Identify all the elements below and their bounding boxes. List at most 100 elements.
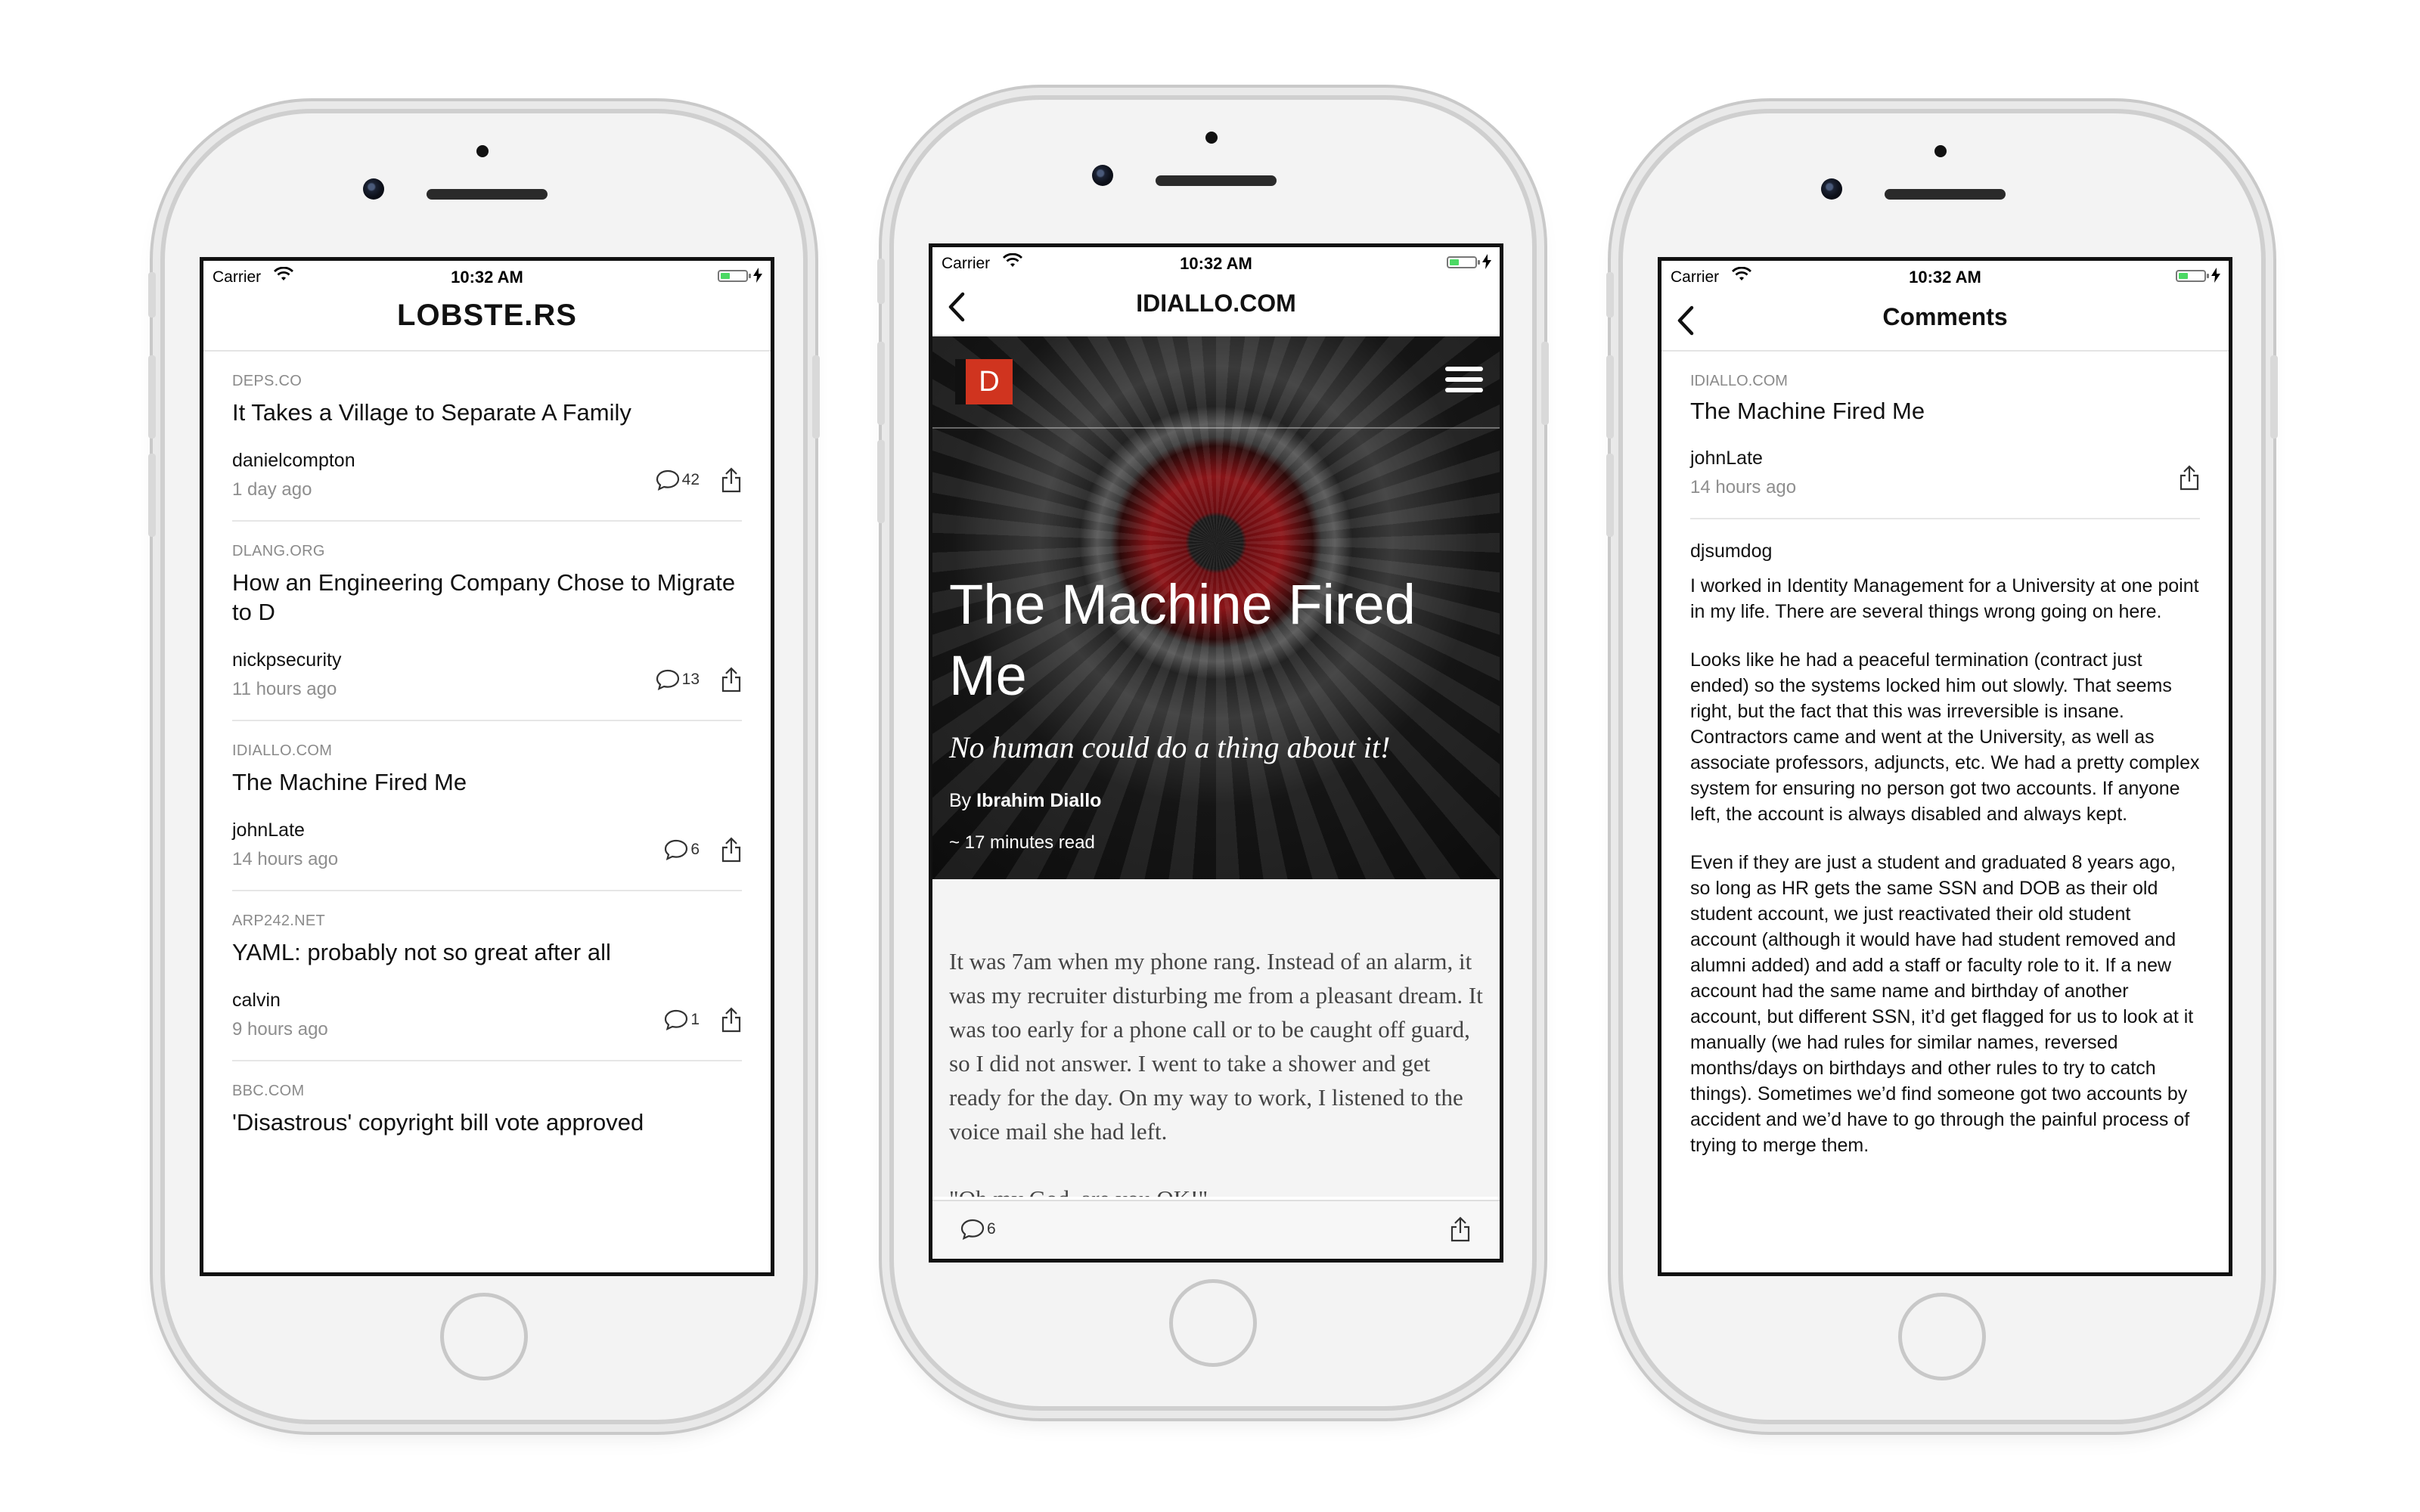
mute-switch	[1606, 272, 1614, 318]
volume-up-button	[877, 342, 885, 425]
mute-switch	[148, 272, 156, 318]
charging-bolt-icon	[2211, 268, 2220, 283]
story-domain: IDIALLO.COM	[1690, 373, 1788, 389]
article-byline: By Ibrahim Diallo	[949, 790, 1101, 812]
comments-button[interactable]: 6	[663, 838, 700, 861]
story-title[interactable]: How an Engineering Company Chose to Migr…	[232, 568, 742, 627]
comments-button[interactable]: 13	[655, 668, 700, 691]
story-row[interactable]: DLANG.ORG How an Engineering Company Cho…	[232, 522, 742, 721]
proximity-sensor	[1205, 132, 1218, 144]
story-row[interactable]: IDIALLO.COM The Machine Fired Me johnLat…	[232, 721, 742, 891]
story-title[interactable]: 'Disastrous' copyright bill vote approve…	[232, 1108, 742, 1137]
share-icon[interactable]	[2179, 465, 2200, 491]
article-body: It was 7am when my phone rang. Instead o…	[932, 879, 1500, 1197]
site-logo[interactable]: D	[966, 359, 1013, 404]
comment-bubble-icon	[665, 1009, 688, 1030]
comment-count: 42	[681, 471, 700, 488]
comments-button[interactable]: 6	[960, 1218, 996, 1241]
battery-icon	[2176, 270, 2209, 282]
article-hero: D The Machine Fired Me No human could do…	[932, 336, 1500, 879]
proximity-sensor	[476, 145, 489, 157]
share-icon[interactable]	[1450, 1216, 1471, 1242]
nav-bar: Comments	[1661, 291, 2229, 352]
comments-button[interactable]: 42	[655, 469, 700, 491]
share-icon[interactable]	[721, 1007, 742, 1033]
hero-divider	[932, 427, 1500, 429]
nav-title: Comments	[1882, 303, 2008, 330]
nav-title: IDIALLO.COM	[1136, 290, 1296, 317]
home-button[interactable]	[1169, 1279, 1257, 1367]
share-icon[interactable]	[721, 667, 742, 692]
status-bar: Carrier 10:32 AM	[1661, 261, 2229, 291]
power-button	[1541, 342, 1549, 425]
hamburger-menu-icon[interactable]	[1445, 367, 1483, 397]
story-domain: BBC.COM	[232, 1083, 305, 1099]
story-title[interactable]: The Machine Fired Me	[232, 767, 742, 797]
volume-down-button	[1606, 454, 1614, 537]
article-paragraph: It was 7am when my phone rang. Instead o…	[949, 948, 1483, 1145]
comment-bubble-icon	[656, 469, 679, 491]
stage: Carrier 10:32 AM LOBSTE.RS DEPS.CO It Ta…	[0, 0, 2420, 1512]
article-subtitle: No human could do a thing about it!	[949, 730, 1391, 764]
comment-bubble-icon	[656, 669, 679, 690]
story-title[interactable]: The Machine Fired Me	[1690, 398, 2200, 425]
clock: 10:32 AM	[1909, 268, 1981, 287]
comment-bubble-icon	[665, 839, 688, 860]
mute-switch	[877, 259, 885, 304]
story-row[interactable]: ARP242.NET YAML: probably not so great a…	[232, 891, 742, 1061]
story-actions: 1	[663, 1007, 742, 1033]
volume-up-button	[148, 355, 156, 438]
proximity-sensor	[1934, 145, 1947, 157]
article-toolbar: 6	[932, 1200, 1500, 1259]
comment-paragraph: Even if they are just a student and grad…	[1690, 852, 2194, 1156]
iphone-device-list: Carrier 10:32 AM LOBSTE.RS DEPS.CO It Ta…	[148, 109, 820, 1424]
volume-down-button	[877, 440, 885, 523]
comment-paragraph: Looks like he had a peaceful termination…	[1690, 649, 2200, 825]
app-title: LOBSTE.RS	[397, 299, 577, 332]
comment-paragraph: I worked in Identity Management for a Un…	[1690, 575, 2199, 622]
nav-bar: LOBSTE.RS	[203, 291, 771, 352]
volume-up-button	[1606, 355, 1614, 438]
comment-count: 13	[681, 671, 700, 688]
charging-bolt-icon	[753, 268, 762, 283]
front-camera	[1821, 178, 1842, 200]
story-actions: 6	[663, 837, 742, 863]
nav-bar: IDIALLO.COM	[932, 277, 1500, 336]
story-domain: DLANG.ORG	[232, 543, 325, 559]
share-icon[interactable]	[721, 837, 742, 863]
front-camera	[1092, 165, 1113, 186]
comment: djsumdog I worked in Identity Management…	[1690, 519, 2200, 1158]
battery-icon	[1447, 256, 1480, 268]
article-paragraph: "Oh my God, are you OK!"	[949, 1182, 1483, 1197]
battery-icon	[718, 270, 751, 282]
power-button	[2270, 355, 2278, 438]
status-bar: Carrier 10:32 AM	[203, 261, 771, 291]
read-time: ~ 17 minutes read	[949, 832, 1095, 853]
comment-author[interactable]: djsumdog	[1690, 541, 2200, 562]
story-row[interactable]: BBC.COM 'Disastrous' copyright bill vote…	[232, 1061, 742, 1157]
screen-story-list: Carrier 10:32 AM LOBSTE.RS DEPS.CO It Ta…	[200, 257, 774, 1276]
article-title: The Machine Fired Me	[949, 573, 1416, 707]
clock: 10:32 AM	[1180, 254, 1252, 273]
earpiece-speaker	[427, 189, 548, 200]
comments-button[interactable]: 1	[663, 1009, 700, 1031]
volume-down-button	[148, 454, 156, 537]
story-domain: DEPS.CO	[232, 373, 302, 389]
share-icon[interactable]	[721, 467, 742, 493]
story-domain: IDIALLO.COM	[232, 742, 333, 759]
story-row[interactable]: DEPS.CO It Takes a Village to Separate A…	[232, 352, 742, 522]
iphone-device-comments: Carrier 10:32 AM Comments IDIALLO.COM Th…	[1606, 109, 2278, 1424]
earpiece-speaker	[1885, 189, 2006, 200]
screen-article: Carrier 10:32 AM IDIALLO.COM D The Machi…	[929, 243, 1503, 1263]
power-button	[812, 355, 820, 438]
home-button[interactable]	[440, 1293, 528, 1380]
story-title[interactable]: It Takes a Village to Separate A Family	[232, 398, 742, 427]
story-actions: 42	[655, 467, 742, 493]
front-camera	[363, 178, 384, 200]
comment-bubble-icon	[960, 1219, 985, 1240]
story-actions: 13	[655, 667, 742, 692]
clock: 10:32 AM	[451, 268, 523, 287]
story-title[interactable]: YAML: probably not so great after all	[232, 937, 742, 967]
home-button[interactable]	[1898, 1293, 1986, 1380]
screen-comments: Carrier 10:32 AM Comments IDIALLO.COM Th…	[1658, 257, 2232, 1276]
